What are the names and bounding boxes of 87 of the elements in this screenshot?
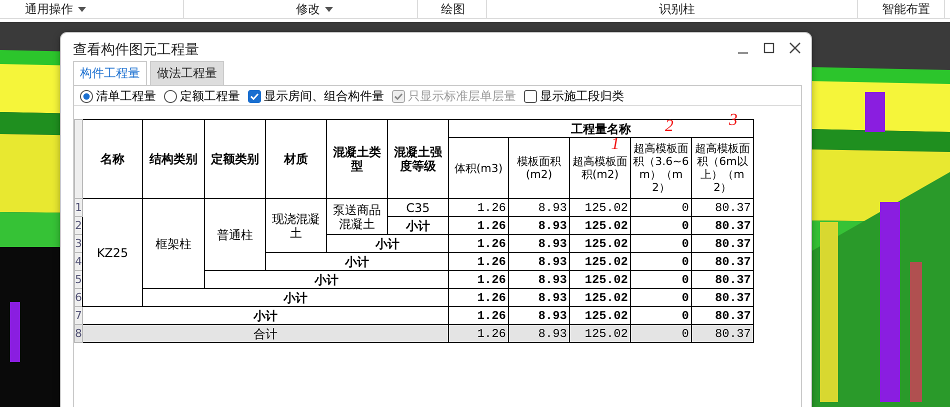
radio-button[interactable] — [164, 90, 177, 102]
table-cell: 80.37 — [692, 198, 754, 216]
row-number: 2 — [74, 216, 82, 234]
table-cell: 0 — [630, 324, 692, 342]
table-cell: 小计 — [142, 288, 448, 306]
caret-icon — [78, 6, 86, 12]
table-cell: 1.26 — [448, 270, 508, 288]
table-cell: 0 — [630, 216, 692, 234]
table-cell: 0 — [630, 252, 692, 270]
toolbar-menu[interactable]: 智能布置 — [882, 1, 930, 17]
table-cell: 小计 — [204, 270, 448, 288]
row-number: 7 — [74, 306, 82, 324]
column-header: 混凝土强度等级 — [388, 120, 448, 198]
toolbar-menu[interactable]: 绘图 — [441, 1, 465, 17]
row-number: 6 — [74, 288, 82, 306]
radio-label: 清单工程量 — [96, 88, 156, 104]
row-number: 3 — [74, 234, 82, 252]
column-header: 体积(m3) — [448, 138, 508, 198]
table-cell: 80.37 — [692, 234, 754, 252]
column-header: 定额类别 — [204, 120, 266, 198]
toolbar-menu[interactable]: 修改 — [296, 1, 333, 17]
table-cell: 80.37 — [692, 270, 754, 288]
table-cell: 普通柱 — [204, 198, 266, 270]
window-title: 查看构件图元工程量 — [73, 41, 200, 59]
tab[interactable]: 做法工程量 — [150, 61, 224, 85]
table-cell: 1.26 — [448, 288, 508, 306]
column-header: 超高模板面积（3.6~6m）（m2） — [630, 138, 692, 198]
table-cell: 小计 — [388, 216, 448, 234]
table-cell: 80.37 — [692, 288, 754, 306]
column-header: 超高模板面积（6m以上）（m2） — [692, 138, 754, 198]
checkbox-label: 显示房间、组合构件量 — [264, 88, 384, 104]
handwritten-mark: 1 — [611, 135, 620, 152]
checkbox[interactable] — [524, 90, 537, 102]
table-cell: 8.93 — [508, 198, 570, 216]
table-cell: 0 — [630, 234, 692, 252]
table-cell: 125.02 — [570, 234, 630, 252]
table-cell: 框架柱 — [142, 198, 204, 288]
table-cell: 8.93 — [508, 216, 570, 234]
table-cell: 现浇混凝土 — [266, 198, 326, 252]
row-number: 8 — [74, 324, 82, 342]
tab[interactable]: 构件工程量 — [73, 61, 147, 85]
toolbar-menu[interactable]: 通用操作 — [25, 1, 86, 17]
table-cell: 8.93 — [508, 324, 570, 342]
table-cell: 125.02 — [570, 288, 630, 306]
column-header: 混凝土类型 — [326, 120, 388, 198]
table-cell: 1.26 — [448, 216, 508, 234]
handwritten-mark: 2 — [665, 117, 674, 134]
table-cell: 1.26 — [448, 234, 508, 252]
column-header: 结构类别 — [142, 120, 204, 198]
row-number: 4 — [74, 252, 82, 270]
close-icon[interactable] — [789, 42, 801, 54]
row-number: 5 — [74, 270, 82, 288]
caret-icon — [325, 6, 333, 12]
table-cell: 0 — [630, 198, 692, 216]
table-cell: 125.02 — [570, 216, 630, 234]
table-cell: 1.26 — [448, 252, 508, 270]
checkbox[interactable] — [248, 90, 261, 102]
table-cell: 125.02 — [570, 324, 630, 342]
radio-label: 定额工程量 — [180, 88, 240, 104]
table-cell: 8.93 — [508, 234, 570, 252]
table-cell: 1.26 — [448, 198, 508, 216]
table-cell: 125.02 — [570, 252, 630, 270]
table-cell: 小计 — [326, 234, 448, 252]
table-cell: 8.93 — [508, 270, 570, 288]
table-cell: 125.02 — [570, 270, 630, 288]
table-cell: 合计 — [82, 324, 448, 342]
column-header: 材质 — [266, 120, 326, 198]
table-cell: 小计 — [266, 252, 448, 270]
table-cell: 0 — [630, 270, 692, 288]
table-cell: 泵送商品混凝土 — [326, 198, 388, 234]
table-cell: 80.37 — [692, 324, 754, 342]
table-cell: 1.26 — [448, 324, 508, 342]
table-cell: 80.37 — [692, 216, 754, 234]
table-cell: 0 — [630, 288, 692, 306]
checkbox-label: 只显示标准层单层量 — [408, 88, 516, 104]
checkbox-label: 显示施工段归类 — [540, 88, 624, 104]
toolbar-menu[interactable]: 识别柱 — [659, 1, 695, 17]
table-cell: C35 — [388, 198, 448, 216]
maximize-icon[interactable] — [763, 42, 775, 54]
radio-button[interactable] — [80, 90, 93, 102]
table-cell: 8.93 — [508, 288, 570, 306]
table-cell: 125.02 — [570, 198, 630, 216]
column-header: 模板面积(m2) — [508, 138, 570, 198]
row-number: 1 — [74, 198, 82, 216]
table-cell: 8.93 — [508, 252, 570, 270]
table-cell: 80.37 — [692, 252, 754, 270]
column-header: 名称 — [82, 120, 142, 198]
